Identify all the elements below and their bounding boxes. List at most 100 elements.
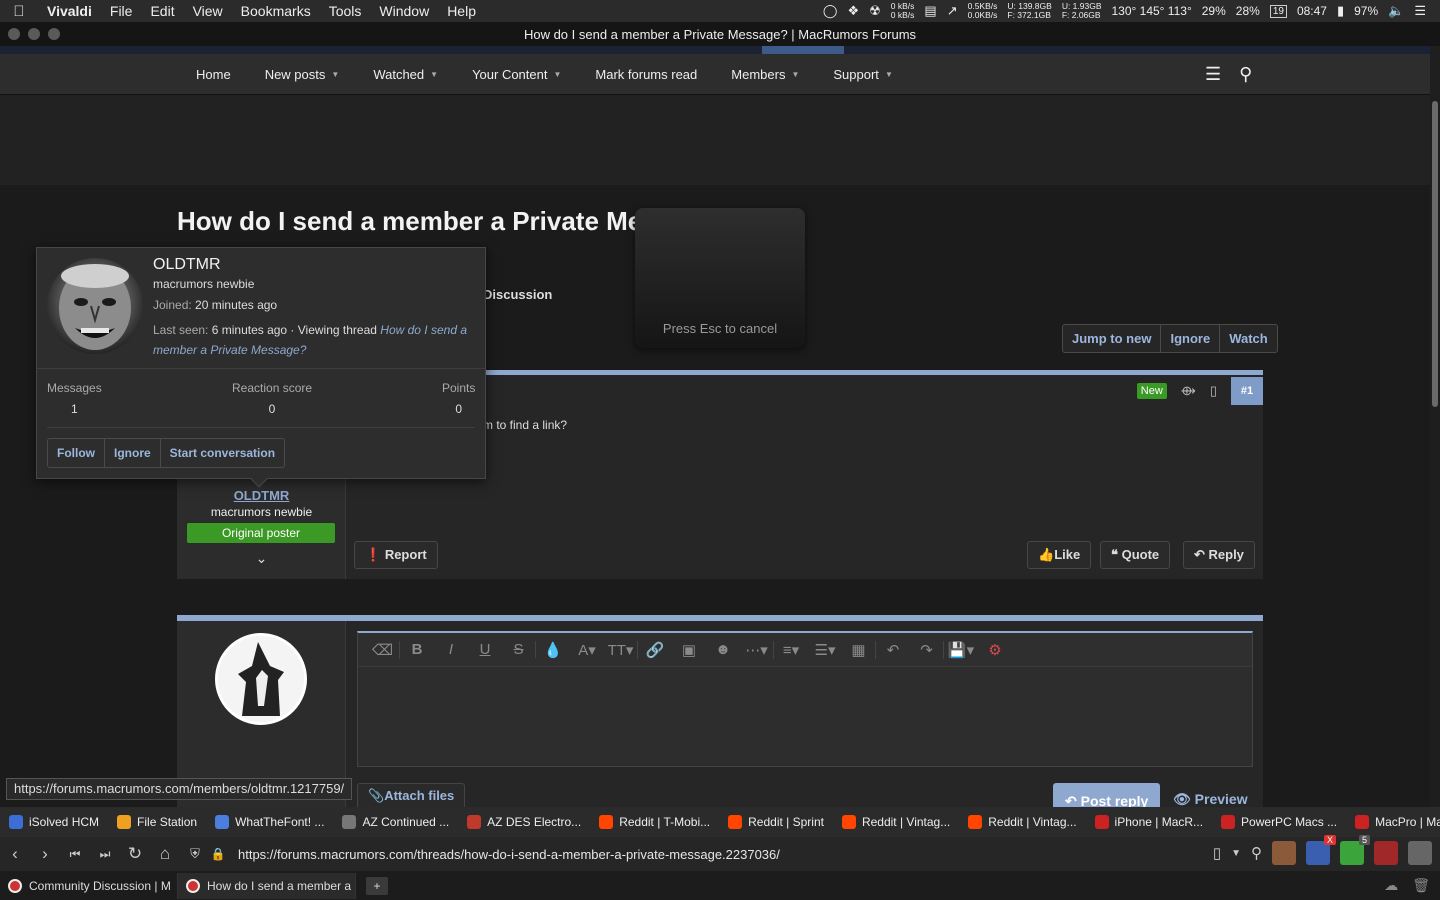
new-tab-button[interactable]: + (366, 876, 388, 895)
table-icon[interactable]: ▦ (842, 640, 876, 659)
apple-icon[interactable]:  (0, 3, 38, 20)
like-button[interactable]: 👍Like (1027, 541, 1092, 569)
underline-icon[interactable]: U (468, 641, 502, 658)
tab-current-thread[interactable]: How do I send a member a (178, 872, 356, 899)
preview-button[interactable]: 👁 Preview (1173, 791, 1248, 808)
message-username[interactable]: OLDTMR (177, 488, 346, 503)
vpn-icon[interactable]: ◯ (823, 3, 838, 19)
extension-green-icon[interactable]: 5 (1340, 835, 1370, 865)
nav-members[interactable]: Members ▼ (719, 67, 811, 82)
nav-home[interactable]: Home (184, 67, 243, 82)
bookmark-item[interactable]: Reddit | Vintag... (833, 815, 959, 829)
bookmark-item[interactable]: Reddit | Sprint (719, 815, 833, 829)
undo-icon[interactable]: ↶ (876, 641, 910, 659)
profile-extension-icon[interactable] (1272, 841, 1296, 865)
search-icon[interactable]: ⚲ (1251, 844, 1262, 862)
menu-extras-icon[interactable]: ☰ (1414, 3, 1426, 19)
shield-icon[interactable]: ⛨ (180, 846, 210, 862)
text-color-icon[interactable]: 💧 (536, 641, 570, 659)
arrows-icon[interactable]: ↗ (947, 3, 958, 19)
jump-to-new-button[interactable]: Jump to new (1063, 325, 1162, 352)
smilie-icon[interactable]: ☻ (706, 641, 740, 658)
redo-icon[interactable]: ↷ (910, 640, 944, 659)
forum-breadcrumb[interactable]: Discussion (483, 287, 552, 302)
clock[interactable]: 08:47 (1297, 4, 1327, 18)
caret-down-icon[interactable]: ▼ (553, 70, 561, 79)
chevron-down-icon[interactable]: ▼ (1231, 848, 1241, 859)
scrollbar-thumb[interactable] (1432, 101, 1438, 407)
close-window-button[interactable] (8, 28, 20, 40)
bold-icon[interactable]: B (400, 641, 434, 658)
eraser-icon[interactable]: ⌫ (366, 640, 400, 659)
bookmark-item[interactable]: PowerPC Macs ... (1212, 815, 1346, 829)
dropbox-icon[interactable]: ❖ (847, 3, 859, 19)
nav-mark-forums-read[interactable]: Mark forums read (583, 67, 709, 82)
link-icon[interactable]: 🔗 (638, 641, 672, 659)
volume-icon[interactable]: 🔈 (1388, 3, 1404, 19)
quote-button[interactable]: ❝ Quote (1100, 541, 1171, 569)
menu-tools[interactable]: Tools (320, 3, 371, 19)
zoom-window-button[interactable] (48, 28, 60, 40)
font-size-icon[interactable]: TT▾ (604, 640, 638, 659)
list-format-icon[interactable]: ☰▾ (808, 641, 842, 659)
bookmark-item[interactable]: WhatTheFont! ... (206, 815, 333, 829)
back-icon[interactable]: ‹ (0, 844, 30, 864)
rewind-icon[interactable]: ⏮ (60, 847, 90, 862)
gear-icon[interactable]: ⚙ (978, 641, 1012, 659)
trash-icon[interactable]: 🗑 (1412, 877, 1430, 894)
bookmark-item[interactable]: MacPro | MacR... (1346, 815, 1440, 829)
menu-app-name[interactable]: Vivaldi (38, 3, 101, 19)
menu-view[interactable]: View (184, 3, 232, 19)
caret-down-icon[interactable]: ▼ (430, 70, 438, 79)
extension-red-icon[interactable] (1374, 841, 1398, 865)
share-icon[interactable]: ⟴ (1181, 383, 1196, 399)
activity-icon[interactable]: ▤ (924, 3, 936, 19)
menu-edit[interactable]: Edit (141, 3, 183, 19)
image-icon[interactable]: ▣ (672, 641, 706, 659)
report-button[interactable]: ❗ Report (354, 541, 438, 569)
ignore-member-button[interactable]: Ignore (105, 439, 161, 467)
fast-forward-icon[interactable]: ⏭ (90, 847, 120, 862)
radiation-icon[interactable]: ☢ (869, 3, 881, 19)
bookmark-item[interactable]: Reddit | Vintag... (959, 815, 1085, 829)
avatar[interactable] (215, 633, 307, 725)
chevron-down-icon[interactable]: ⌄ (177, 550, 346, 567)
tab-community-discussion[interactable]: Community Discussion | M (0, 872, 178, 899)
home-icon[interactable]: ⌂ (150, 844, 180, 864)
nav-your-content[interactable]: Your Content ▼ (460, 67, 573, 82)
italic-icon[interactable]: I (434, 641, 468, 658)
caret-down-icon[interactable]: ▼ (885, 70, 893, 79)
bookmark-item[interactable]: File Station (108, 815, 206, 829)
extension-h-icon[interactable]: X (1306, 835, 1336, 865)
bookmark-page-icon[interactable]: ▯ (1213, 844, 1221, 862)
nav-support[interactable]: Support ▼ (821, 67, 904, 82)
strikethrough-icon[interactable]: S (502, 641, 536, 658)
reply-editor[interactable]: ⌫ B I U S 💧 A▾ TT▾ 🔗 ▣ ☻ ⋯▾ ≡▾ ☰▾ ▦ ↶ ↷ … (357, 631, 1253, 767)
page-scrollbar[interactable] (1430, 95, 1440, 807)
forward-icon[interactable]: › (30, 844, 60, 864)
bookmark-item[interactable]: iPhone | MacR... (1086, 815, 1213, 829)
caret-down-icon[interactable]: ▼ (331, 70, 339, 79)
url-field[interactable]: https://forums.macrumors.com/threads/how… (238, 847, 780, 862)
watch-button[interactable]: Watch (1220, 325, 1277, 352)
menu-file[interactable]: File (101, 3, 142, 19)
follow-button[interactable]: Follow (48, 439, 105, 467)
bookmark-item[interactable]: AZ Continued ... (333, 815, 458, 829)
attach-files-button[interactable]: 📎Attach files (357, 783, 466, 809)
font-family-icon[interactable]: A▾ (570, 641, 604, 659)
nav-new-posts[interactable]: New posts ▼ (253, 67, 352, 82)
more-options-icon[interactable]: ⋯▾ (740, 640, 774, 659)
stat-points[interactable]: Points 0 (442, 381, 475, 416)
menu-window[interactable]: Window (370, 3, 438, 19)
member-avatar[interactable] (47, 258, 143, 354)
nav-watched[interactable]: Watched ▼ (361, 67, 450, 82)
align-icon[interactable]: ≡▾ (774, 641, 808, 659)
bookmark-item[interactable]: iSolved HCM (0, 815, 108, 829)
reply-button[interactable]: ↶ Reply (1183, 541, 1255, 569)
reload-icon[interactable]: ↻ (120, 844, 150, 864)
stat-messages[interactable]: Messages 1 (47, 381, 102, 416)
post-number[interactable]: #1 (1231, 377, 1263, 405)
bookmark-item[interactable]: Reddit | T-Mobi... (590, 815, 719, 829)
start-conversation-button[interactable]: Start conversation (161, 439, 284, 467)
menu-help[interactable]: Help (438, 3, 485, 19)
